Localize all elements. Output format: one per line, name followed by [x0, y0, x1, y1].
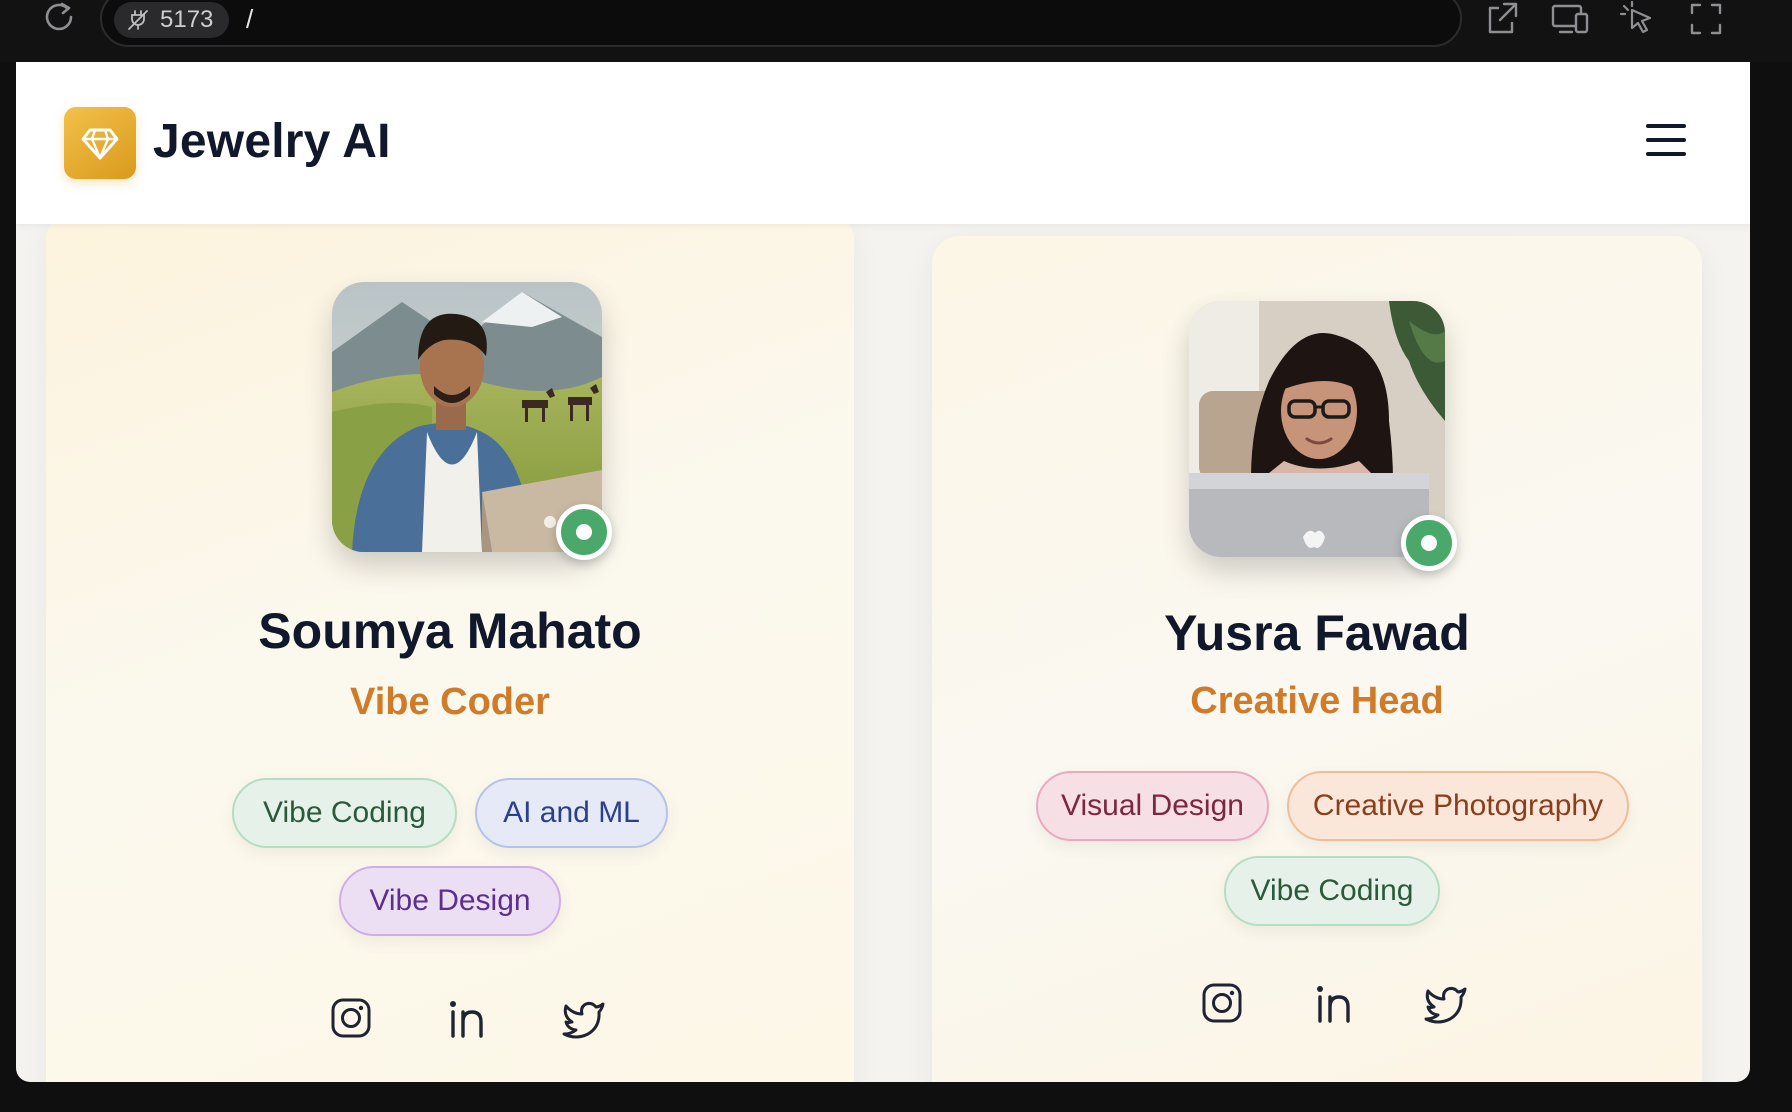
page-viewport: Jewelry AI Soumya Mahato Vibe Coder Vibe…: [16, 62, 1750, 1082]
team-member-card: Soumya Mahato Vibe Coder Vibe Coding AI …: [46, 212, 854, 1082]
online-status-indicator: [556, 504, 612, 560]
portrait-image: [1189, 301, 1445, 557]
instagram-icon[interactable]: [329, 996, 373, 1040]
member-name: Yusra Fawad: [1164, 605, 1470, 661]
menu-icon-bar: [1646, 124, 1686, 128]
skill-tag: Vibe Design: [339, 866, 561, 936]
port-badge[interactable]: 5173: [114, 2, 230, 38]
member-name: Soumya Mahato: [258, 603, 642, 659]
twitter-icon[interactable]: [1424, 981, 1468, 1025]
responsive-devices-icon[interactable]: [1550, 0, 1590, 38]
linkedin-icon[interactable]: [445, 996, 489, 1040]
portrait-image: [332, 282, 602, 552]
avatar: [1189, 301, 1445, 557]
linkedin-icon[interactable]: [1312, 981, 1356, 1025]
member-role: Vibe Coder: [350, 681, 550, 723]
skill-tag: AI and ML: [475, 778, 668, 848]
fullscreen-icon[interactable]: [1686, 0, 1726, 38]
url-path[interactable]: /: [246, 4, 253, 35]
menu-icon-bar: [1646, 138, 1686, 142]
menu-button[interactable]: [1646, 124, 1686, 160]
menu-icon-bar: [1646, 152, 1686, 156]
logo[interactable]: [64, 107, 136, 179]
plug-off-icon: [128, 10, 148, 30]
member-role: Creative Head: [1190, 680, 1444, 722]
team-member-card: Yusra Fawad Creative Head Visual Design …: [932, 236, 1702, 1082]
app-header: Jewelry AI: [16, 62, 1750, 224]
skill-tag: Vibe Coding: [232, 778, 457, 848]
instagram-icon[interactable]: [1200, 981, 1244, 1025]
skill-tag: Creative Photography: [1287, 771, 1629, 841]
skill-tag: Vibe Coding: [1224, 856, 1440, 926]
online-status-indicator: [1401, 515, 1457, 571]
browser-toolbar: 5173 /: [0, 0, 1792, 62]
element-picker-icon[interactable]: [1618, 0, 1658, 38]
avatar: [332, 282, 602, 552]
reload-icon[interactable]: [40, 0, 80, 38]
app-title: Jewelry AI: [153, 115, 391, 168]
skill-tag: Visual Design: [1036, 771, 1269, 841]
address-bar[interactable]: 5173 /: [100, 0, 1462, 47]
diamond-icon: [81, 128, 119, 160]
open-external-icon[interactable]: [1482, 0, 1522, 38]
member-photo: [332, 282, 612, 560]
port-number: 5173: [160, 6, 214, 33]
twitter-icon[interactable]: [562, 996, 606, 1040]
member-photo: [1189, 301, 1457, 571]
